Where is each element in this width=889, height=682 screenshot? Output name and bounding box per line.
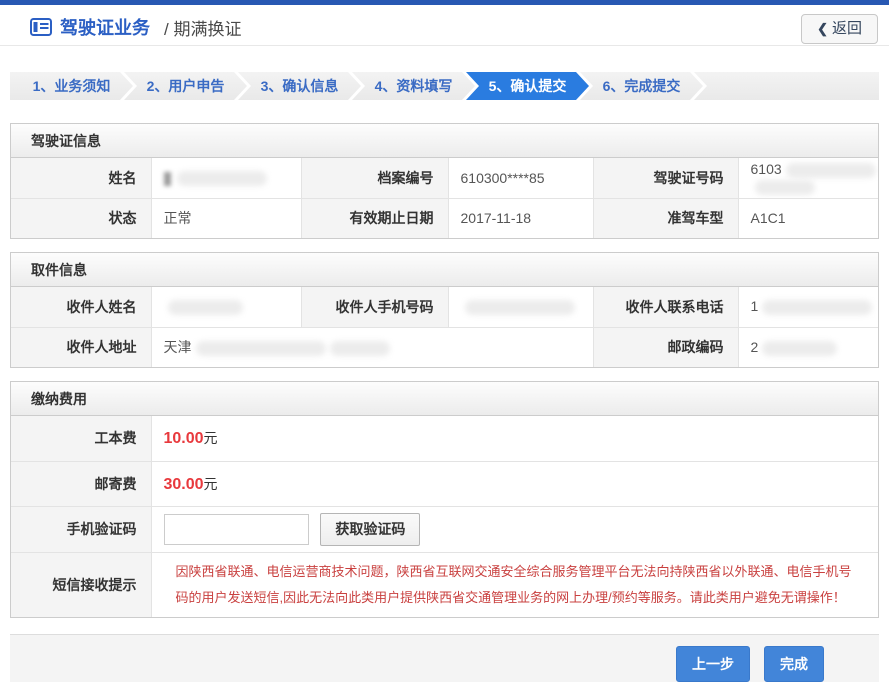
step-wizard: 1、业务须知 2、用户申告 3、确认信息 4、资料填写 5、确认提交 6、完成提… (10, 72, 879, 100)
table-row: 状态 正常 有效期止日期 2017-11-18 准驾车型 A1C1 (11, 198, 878, 238)
pickup-section-title: 取件信息 (11, 253, 878, 287)
redacted-value (330, 341, 390, 356)
page-title: 驾驶证业务 (60, 14, 150, 40)
redacted-value (755, 180, 815, 195)
step-bar-filler (694, 72, 879, 100)
page-header: 驾驶证业务 / 期满换证 ❮ 返回 (0, 5, 889, 46)
license-info-section: 驾驶证信息 姓名 档案编号 610300****85 驾驶证号码 6103 状态… (10, 123, 879, 239)
redacted-value (196, 341, 326, 356)
recipient-mobile-label: 收件人手机号码 (301, 287, 448, 327)
payment-fees-section: 缴纳费用 工本费 10.00元 邮寄费 30.00元 手机验证码 获取验证码 短… (10, 381, 879, 618)
name-value (151, 158, 301, 198)
mail-fee-amount: 30.00 (164, 476, 204, 493)
name-label: 姓名 (11, 158, 151, 198)
recipient-phone-label: 收件人联系电话 (593, 287, 738, 327)
sms-code-input[interactable] (164, 514, 309, 545)
fees-table: 工本费 10.00元 邮寄费 30.00元 手机验证码 获取验证码 短信接收提示… (11, 416, 878, 617)
step-2-user-declaration[interactable]: 2、用户申告 (124, 72, 247, 100)
step-5-confirm-submit[interactable]: 5、确认提交 (466, 72, 589, 100)
sms-notice-text: 因陕西省联通、电信运营商技术问题，陕西省互联网交通安全综合服务管理平台无法向持陕… (164, 553, 879, 617)
file-number-label: 档案编号 (301, 158, 448, 198)
status-label: 状态 (11, 198, 151, 238)
table-row: 收件人地址 天津 邮政编码 2 (11, 327, 878, 367)
sms-code-label: 手机验证码 (11, 506, 151, 552)
file-number-value: 610300****85 (448, 158, 593, 198)
sms-code-cell: 获取验证码 (151, 506, 878, 552)
zip-code-label: 邮政编码 (593, 327, 738, 367)
recipient-phone-value: 1 (738, 287, 878, 327)
redacted-value (762, 341, 837, 356)
table-row: 短信接收提示 因陕西省联通、电信运营商技术问题，陕西省互联网交通安全综合服务管理… (11, 552, 878, 617)
redacted-value (786, 163, 876, 178)
expiry-date-label: 有效期止日期 (301, 198, 448, 238)
table-row: 邮寄费 30.00元 (11, 461, 878, 506)
mail-fee-value: 30.00元 (151, 461, 878, 506)
redacted-value (177, 171, 267, 186)
back-button[interactable]: ❮ 返回 (801, 14, 878, 44)
vehicle-class-value: A1C1 (738, 198, 878, 238)
license-info-table: 姓名 档案编号 610300****85 驾驶证号码 6103 状态 正常 有效… (11, 158, 878, 238)
table-row: 工本费 10.00元 (11, 416, 878, 461)
license-number-label: 驾驶证号码 (593, 158, 738, 198)
recipient-address-label: 收件人地址 (11, 327, 151, 367)
sms-notice-label: 短信接收提示 (11, 552, 151, 617)
step-6-complete-submit[interactable]: 6、完成提交 (580, 72, 703, 100)
redacted-fragment (164, 172, 171, 186)
step-3-confirm-info[interactable]: 3、确认信息 (238, 72, 361, 100)
step-4-fill-data[interactable]: 4、资料填写 (352, 72, 475, 100)
recipient-mobile-value (448, 287, 593, 327)
previous-step-button[interactable]: 上一步 (676, 646, 750, 682)
recipient-name-value (151, 287, 301, 327)
expiry-date-value: 2017-11-18 (448, 198, 593, 238)
mail-fee-label: 邮寄费 (11, 461, 151, 506)
chevron-left-icon: ❮ (817, 21, 828, 36)
work-fee-amount: 10.00 (164, 430, 204, 447)
recipient-address-value: 天津 (151, 327, 593, 367)
step-1-business-notice[interactable]: 1、业务须知 (10, 72, 133, 100)
footer-action-bar: 上一步 完成 (10, 634, 879, 682)
get-sms-code-button[interactable]: 获取验证码 (320, 513, 420, 546)
vehicle-class-label: 准驾车型 (593, 198, 738, 238)
table-row: 手机验证码 获取验证码 (11, 506, 878, 552)
fees-section-title: 缴纳费用 (11, 382, 878, 416)
pickup-info-table: 收件人姓名 收件人手机号码 收件人联系电话 1 收件人地址 天津 邮政编码 2 (11, 287, 878, 367)
license-form-icon (30, 18, 52, 36)
table-row: 姓名 档案编号 610300****85 驾驶证号码 6103 (11, 158, 878, 198)
pickup-info-section: 取件信息 收件人姓名 收件人手机号码 收件人联系电话 1 收件人地址 天津 邮政… (10, 252, 879, 368)
back-button-label: 返回 (832, 20, 862, 37)
redacted-value (168, 300, 243, 315)
license-number-value: 6103 (738, 158, 878, 198)
work-fee-label: 工本费 (11, 416, 151, 461)
page-subtitle: / 期满换证 (164, 15, 241, 40)
status-value: 正常 (151, 198, 301, 238)
redacted-value (762, 300, 872, 315)
currency-unit: 元 (204, 476, 218, 492)
finish-button[interactable]: 完成 (764, 646, 824, 682)
redacted-value (465, 300, 575, 315)
sms-notice-cell: 因陕西省联通、电信运营商技术问题，陕西省互联网交通安全综合服务管理平台无法向持陕… (151, 552, 878, 617)
license-section-title: 驾驶证信息 (11, 124, 878, 158)
table-row: 收件人姓名 收件人手机号码 收件人联系电话 1 (11, 287, 878, 327)
zip-code-value: 2 (738, 327, 878, 367)
currency-unit: 元 (204, 430, 218, 446)
work-fee-value: 10.00元 (151, 416, 878, 461)
recipient-name-label: 收件人姓名 (11, 287, 151, 327)
